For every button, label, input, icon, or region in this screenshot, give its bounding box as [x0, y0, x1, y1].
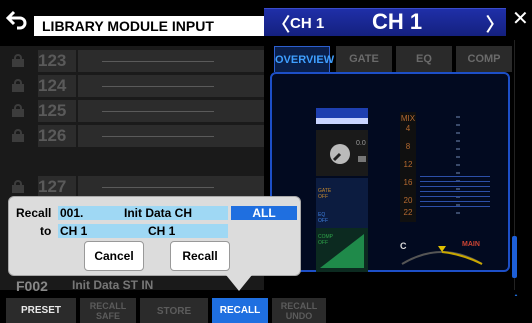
recall-label: Recall	[16, 206, 52, 220]
tab-comp[interactable]: COMP	[456, 46, 512, 72]
pan-center-label: C	[400, 241, 407, 251]
cancel-button[interactable]: Cancel	[84, 241, 144, 271]
level-meter: MIX 4 8 12 16 20 22	[400, 112, 416, 222]
recall-undo-label-2: UNDO	[285, 311, 313, 321]
back-arrow-icon[interactable]	[4, 8, 30, 30]
all-button[interactable]: ALL	[231, 206, 297, 220]
recall-undo-button[interactable]: RECALL UNDO	[272, 298, 326, 323]
lock-icon[interactable]	[12, 129, 24, 142]
recall-name: Init Data CH	[124, 206, 193, 220]
store-button[interactable]: STORE	[140, 298, 208, 323]
meter-label: MIX	[400, 114, 416, 123]
channel-name-small: CH 1	[290, 15, 325, 32]
prev-channel-icon[interactable]: 〈	[272, 11, 290, 37]
library-number: 126	[38, 125, 76, 147]
library-number: 124	[38, 75, 76, 97]
module-tabs: OVERVIEW GATE EQ COMP	[270, 46, 512, 72]
recall-safe-label-1: RECALL	[89, 301, 127, 311]
list-item[interactable]: 126	[0, 121, 264, 149]
library-number: 123	[38, 50, 76, 72]
header-bar: LIBRARY MODULE INPUT 〈 CH 1 CH 1 〉 ✕	[0, 0, 532, 36]
tab-overview[interactable]: OVERVIEW	[274, 46, 334, 72]
tab-gate[interactable]: GATE	[336, 46, 392, 72]
list-item[interactable]: F002 Init Data ST IN	[0, 276, 264, 296]
gate-status: GATE OFF	[318, 188, 332, 200]
meter-label: 16	[403, 178, 413, 187]
meter-label: 8	[405, 142, 411, 151]
list-item[interactable]: 123	[0, 46, 264, 74]
list-item[interactable]: 125	[0, 96, 264, 124]
scrollbar[interactable]	[512, 236, 517, 278]
lock-icon[interactable]	[12, 180, 24, 193]
lock-icon[interactable]	[12, 79, 24, 92]
popup-recall-button[interactable]: Recall	[170, 241, 230, 271]
library-name	[78, 125, 264, 147]
library-name	[78, 100, 264, 122]
library-name	[78, 176, 264, 198]
recall-button[interactable]: RECALL	[212, 298, 268, 323]
list-item[interactable]: 124	[0, 71, 264, 99]
meter-label: 4	[405, 124, 411, 133]
recall-safe-label-2: SAFE	[95, 311, 120, 321]
library-name	[78, 50, 264, 72]
meter-label: 20	[403, 196, 413, 205]
close-icon[interactable]: ✕	[512, 6, 529, 31]
target-from: CH 1	[60, 224, 88, 238]
recall-undo-label-1: RECALL	[280, 301, 318, 311]
lock-icon[interactable]	[12, 54, 24, 67]
popup-tail	[226, 275, 252, 291]
meter-label: 12	[403, 160, 413, 169]
channel-name: CH 1	[372, 9, 423, 34]
library-number: 125	[38, 100, 76, 122]
channel-strip-graphic: 0.0 GATE OFF EQ OFF COMP OFF	[316, 108, 376, 272]
library-number: 127	[38, 176, 76, 198]
channel-selector: 〈 CH 1 CH 1 〉	[264, 8, 506, 36]
tab-eq[interactable]: EQ	[396, 46, 452, 72]
library-name: Init Data ST IN	[72, 278, 154, 292]
screen-title: LIBRARY MODULE INPUT	[34, 16, 264, 36]
pan-indicator	[398, 246, 486, 266]
preset-button[interactable]: PRESET	[6, 298, 76, 323]
bottom-toolbar: PRESET RECALL SAFE STORE RECALL RECALL U…	[0, 296, 532, 323]
recall-number: 001.	[60, 206, 84, 220]
library-name	[78, 75, 264, 97]
comp-status: COMP OFF	[318, 234, 333, 246]
library-number: F002	[16, 278, 48, 294]
gain-value: 0.0	[356, 140, 366, 147]
eq-status: EQ OFF	[318, 212, 328, 224]
recall-safe-button[interactable]: RECALL SAFE	[80, 298, 136, 323]
main-bus-label: MAIN	[462, 241, 480, 248]
eq-curve-hatch	[420, 176, 490, 210]
next-channel-icon[interactable]: 〉	[486, 11, 504, 37]
recall-source-field: 001. Init Data CH	[58, 206, 228, 220]
target-to: CH 1	[148, 224, 176, 238]
recall-target-field: CH 1 CH 1	[58, 224, 228, 238]
lock-icon[interactable]	[12, 104, 24, 117]
meter-label: 22	[403, 208, 413, 217]
to-label: to	[40, 224, 52, 238]
